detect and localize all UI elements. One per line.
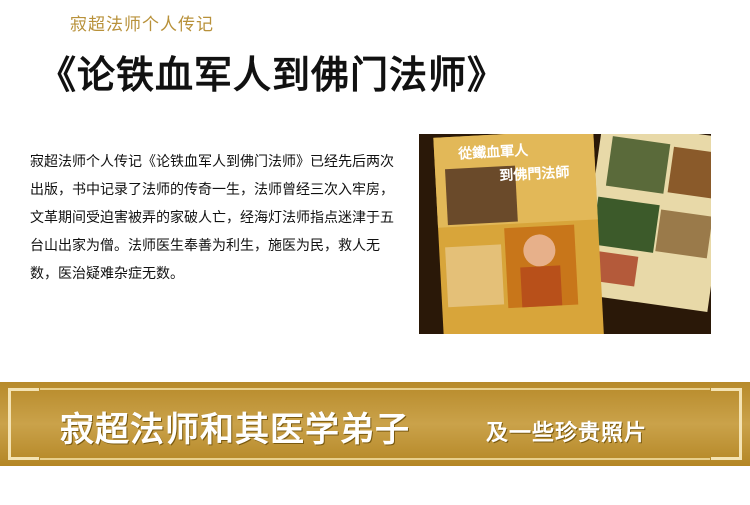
book-photo: 從鐵血軍人 到佛門法師	[419, 134, 711, 334]
front-cover: 從鐵血軍人 到佛門法師	[433, 134, 605, 334]
book-photo-graphic: 從鐵血軍人 到佛門法師	[419, 134, 711, 334]
subtitle: 寂超法师个人传记	[70, 15, 214, 35]
banner-main-text: 寂超法师和其医学弟子	[60, 410, 410, 450]
section-banner: 寂超法师和其医学弟子 及一些珍贵照片	[0, 382, 750, 466]
banner-sub-text: 及一些珍贵照片	[486, 421, 648, 446]
description-text: 寂超法师个人传记《论铁血军人到佛门法师》已经先后两次出版，书中记录了法师的传奇一…	[30, 154, 394, 282]
page-title: 《论铁血军人到佛门法师》	[38, 52, 507, 97]
